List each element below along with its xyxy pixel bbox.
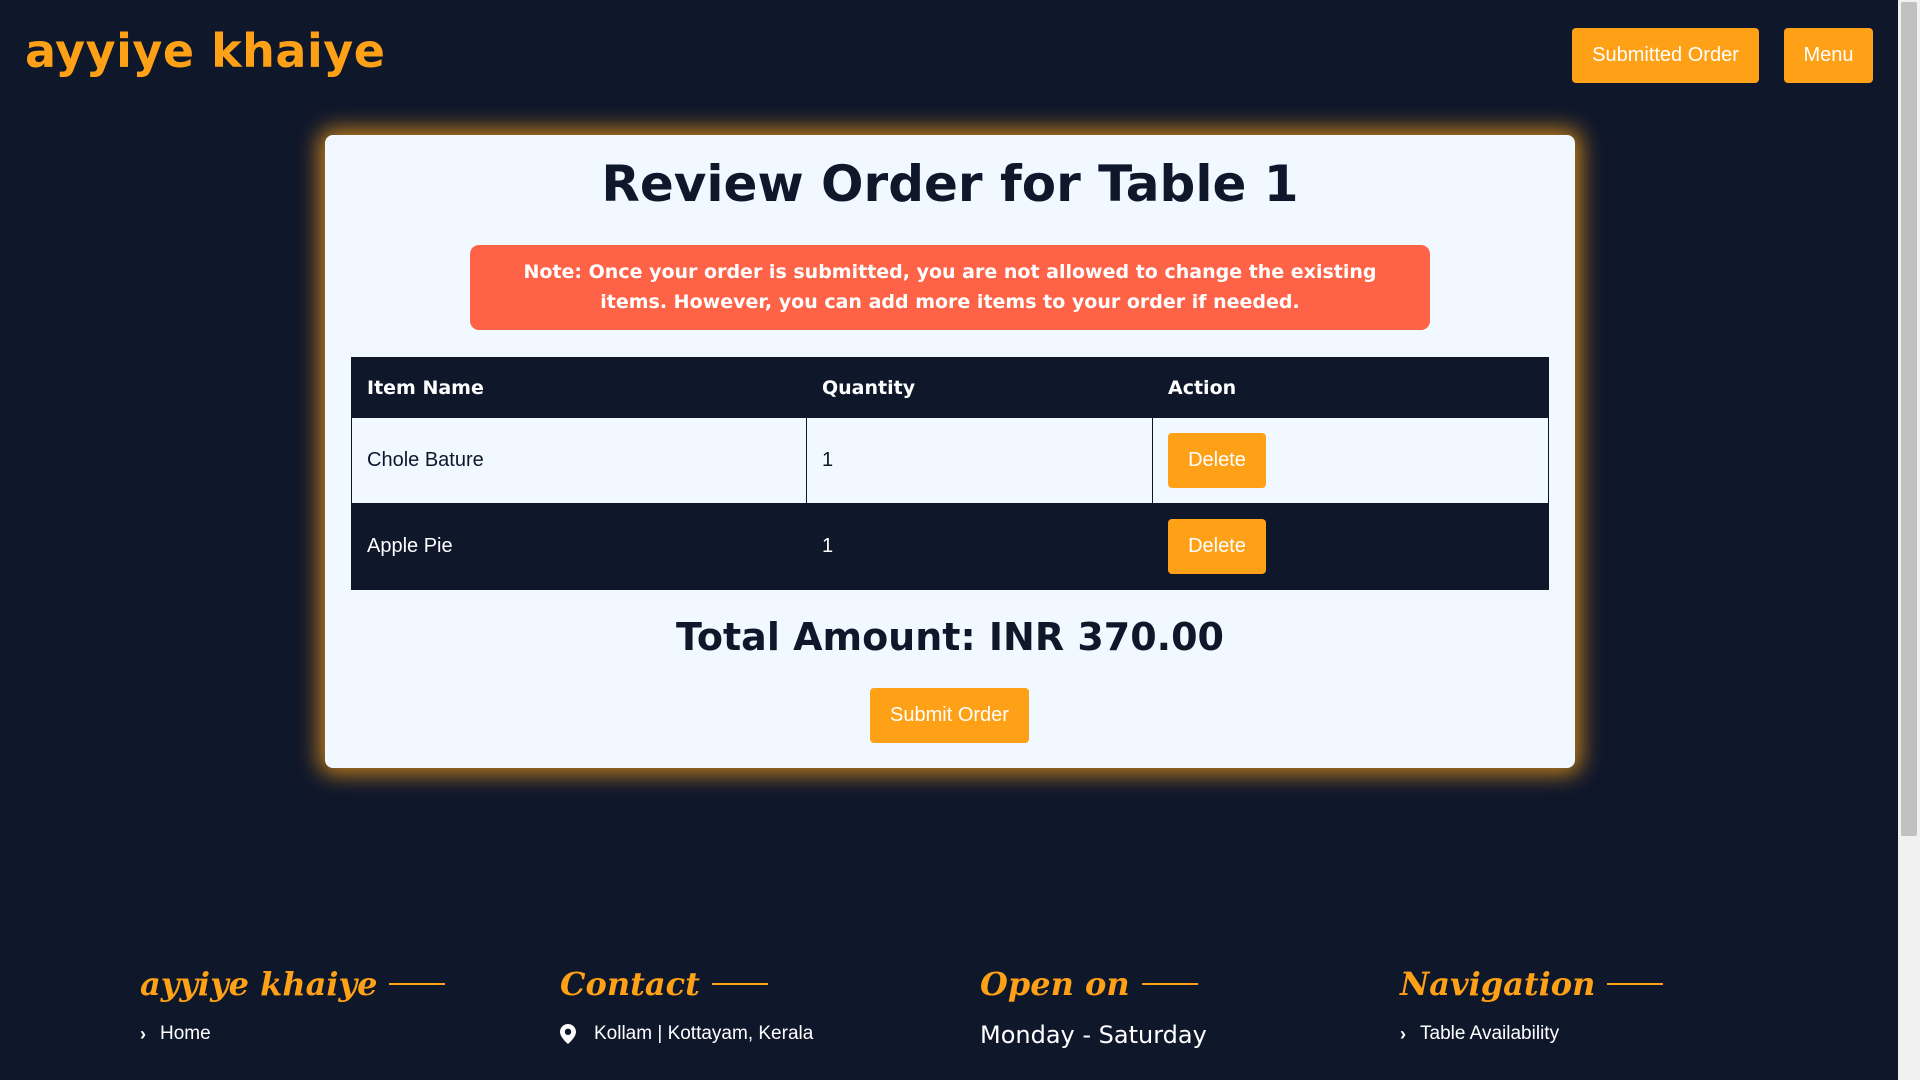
action-cell: Delete bbox=[1152, 417, 1549, 504]
top-navbar: ayyiye khaiye Submitted Order Menu bbox=[0, 0, 1898, 110]
note-label: Note: bbox=[523, 261, 583, 283]
delete-button[interactable]: Delete bbox=[1168, 519, 1266, 574]
column-header-action: Action bbox=[1152, 357, 1549, 418]
footer-contact-heading-text: Contact bbox=[560, 965, 700, 1003]
table-header-row: Item Name Quantity Action bbox=[351, 357, 1549, 418]
map-pin-icon bbox=[560, 1024, 576, 1044]
item-name-cell: Chole Bature bbox=[351, 417, 807, 504]
heading-underline bbox=[711, 983, 768, 985]
heading-underline bbox=[1141, 983, 1198, 985]
quantity-cell: 1 bbox=[806, 503, 1153, 590]
footer-address: Kollam | Kottayam, Kerala bbox=[560, 1023, 813, 1045]
footer-contact-column: Contact Kollam | Kottayam, Kerala bbox=[560, 965, 813, 1045]
chevron-right-icon: › bbox=[1400, 1023, 1406, 1044]
footer-link-label: Home bbox=[160, 1023, 211, 1044]
page-scrollbar[interactable] bbox=[1898, 0, 1920, 1080]
review-order-card: Review Order for Table 1 Note: Once your… bbox=[325, 135, 1575, 768]
footer-hours-column: Open on Monday - Saturday bbox=[980, 965, 1207, 1049]
column-header-item-name: Item Name bbox=[351, 357, 807, 418]
table-row: Chole Bature 1 Delete bbox=[351, 417, 1549, 504]
page-title: Review Order for Table 1 bbox=[601, 155, 1299, 213]
footer-navigation-column: Navigation › Table Availability bbox=[1400, 965, 1664, 1045]
footer-contact-heading: Contact bbox=[560, 965, 813, 1003]
item-name-cell: Apple Pie bbox=[351, 503, 807, 590]
footer-open-heading-text: Open on bbox=[980, 965, 1130, 1003]
footer-open-heading: Open on bbox=[980, 965, 1207, 1003]
footer-address-text: Kollam | Kottayam, Kerala bbox=[594, 1023, 814, 1044]
heading-underline bbox=[1607, 983, 1664, 985]
delete-button[interactable]: Delete bbox=[1168, 433, 1266, 488]
footer-link-home[interactable]: › Home bbox=[140, 1023, 445, 1045]
footer-brand-heading-text: ayyiye khaiye bbox=[140, 965, 378, 1003]
footer-brand-heading: ayyiye khaiye bbox=[140, 965, 446, 1003]
submit-order-button[interactable]: Submit Order bbox=[870, 688, 1029, 743]
chevron-right-icon: › bbox=[140, 1023, 146, 1044]
total-amount: Total Amount: INR 370.00 bbox=[676, 615, 1224, 659]
menu-button[interactable]: Menu bbox=[1784, 28, 1873, 83]
action-cell: Delete bbox=[1152, 503, 1549, 590]
column-header-quantity: Quantity bbox=[806, 357, 1153, 418]
table-row: Apple Pie 1 Delete bbox=[351, 503, 1549, 590]
submitted-order-button[interactable]: Submitted Order bbox=[1572, 28, 1759, 83]
note-text: Once your order is submitted, you are no… bbox=[582, 261, 1377, 313]
footer-link-label: Table Availability bbox=[1420, 1023, 1560, 1044]
footer-open-days: Monday - Saturday bbox=[980, 1021, 1207, 1049]
order-note-banner: Note: Once your order is submitted, you … bbox=[470, 245, 1430, 330]
quantity-cell: 1 bbox=[806, 417, 1153, 504]
heading-underline bbox=[389, 983, 446, 985]
scrollbar-thumb[interactable] bbox=[1901, 2, 1917, 836]
footer-nav-heading: Navigation bbox=[1400, 965, 1664, 1003]
footer-link-table-availability[interactable]: › Table Availability bbox=[1400, 1023, 1663, 1045]
footer-brand-column: ayyiye khaiye › Home bbox=[140, 965, 446, 1045]
footer-nav-heading-text: Navigation bbox=[1400, 965, 1596, 1003]
order-items-table: Item Name Quantity Action Chole Bature 1… bbox=[351, 357, 1549, 590]
brand-logo[interactable]: ayyiye khaiye bbox=[25, 24, 385, 78]
